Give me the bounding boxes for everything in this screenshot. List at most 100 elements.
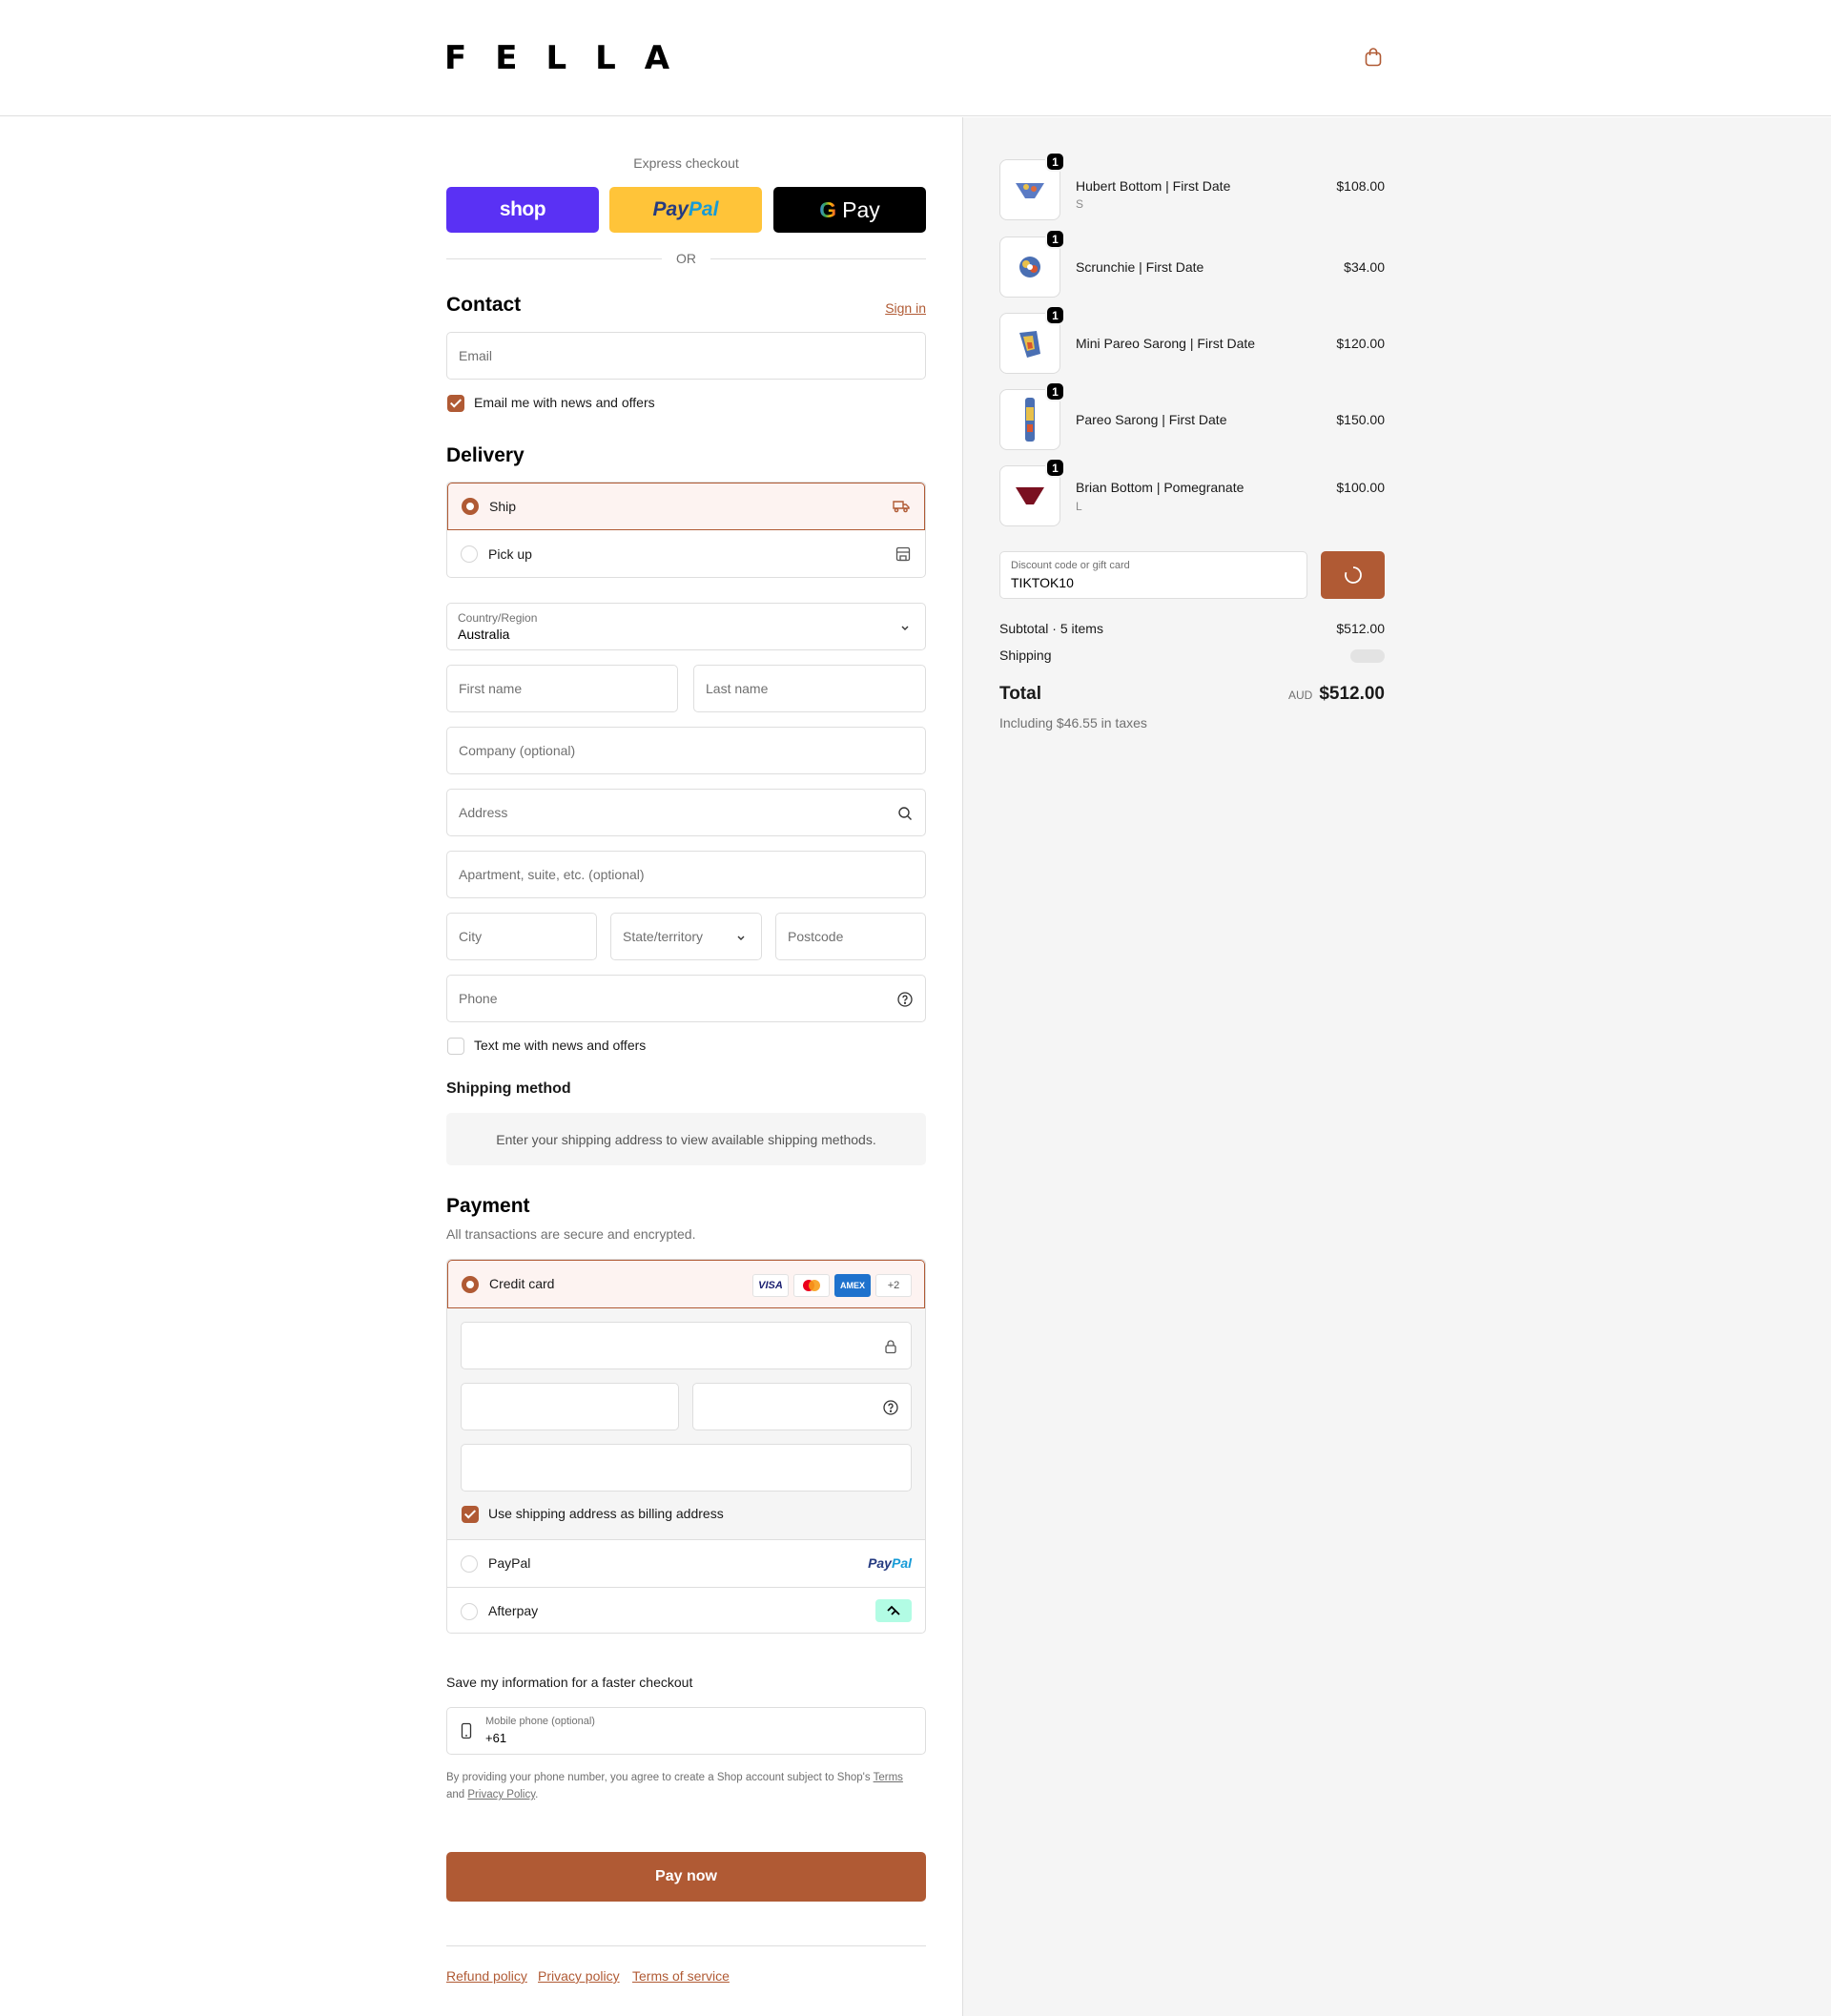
item-name: Scrunchie | First Date bbox=[1076, 259, 1204, 275]
mobile-phone-icon bbox=[461, 1722, 472, 1739]
line-item: 1 Brian Bottom | Pomegranate L $100.00 bbox=[999, 458, 1385, 526]
address-field[interactable]: Address bbox=[446, 789, 926, 836]
shipping-method-heading: Shipping method bbox=[446, 1080, 571, 1097]
chevron-down-icon bbox=[737, 936, 745, 940]
quantity-badge: 1 bbox=[1045, 229, 1065, 249]
line-item: 1 Mini Pareo Sarong | First Date $120.00 bbox=[999, 305, 1385, 374]
item-name: Pareo Sarong | First Date bbox=[1076, 412, 1227, 427]
line-item: 1 Scrunchie | First Date $34.00 bbox=[999, 229, 1385, 298]
delivery-option-ship[interactable]: Ship bbox=[447, 483, 925, 530]
ship-radio[interactable] bbox=[462, 498, 479, 515]
shop-privacy-link[interactable]: Privacy Policy bbox=[467, 1789, 535, 1800]
security-code-field[interactable] bbox=[692, 1383, 912, 1430]
lock-icon bbox=[885, 1340, 896, 1354]
shop-pay-button[interactable]: shop bbox=[446, 187, 599, 233]
name-on-card-field[interactable] bbox=[461, 1444, 912, 1491]
item-price: $108.00 bbox=[1336, 178, 1385, 194]
email-field[interactable]: Email bbox=[446, 332, 926, 380]
card-number-field[interactable] bbox=[461, 1322, 912, 1369]
paypal-logo: PayPal bbox=[868, 1555, 912, 1571]
brand-logo[interactable]: FELLA bbox=[444, 42, 698, 74]
footer-divider bbox=[446, 1945, 926, 1946]
refund-policy-link[interactable]: Refund policy bbox=[446, 1968, 527, 1984]
subtotal-value: $512.00 bbox=[1336, 621, 1385, 636]
delivery-heading: Delivery bbox=[446, 444, 525, 466]
item-price: $34.00 bbox=[1344, 259, 1385, 275]
google-g-icon: G bbox=[819, 196, 837, 222]
email-news-checkbox[interactable] bbox=[447, 395, 464, 412]
shopping-bag-icon[interactable] bbox=[1362, 46, 1385, 69]
visa-icon: VISA bbox=[752, 1274, 789, 1297]
postcode-field[interactable]: Postcode bbox=[775, 913, 926, 960]
pay-now-button[interactable]: Pay now bbox=[446, 1852, 926, 1902]
afterpay-radio[interactable] bbox=[461, 1603, 478, 1620]
quantity-badge: 1 bbox=[1045, 458, 1065, 478]
email-news-label: Email me with news and offers bbox=[474, 395, 655, 410]
billing-same-checkbox[interactable] bbox=[462, 1506, 479, 1523]
company-field[interactable]: Company (optional) bbox=[446, 727, 926, 774]
mobile-phone-field[interactable]: Mobile phone (optional) +61 bbox=[446, 1707, 926, 1755]
item-variant: L bbox=[1076, 500, 1082, 513]
google-pay-button[interactable]: G Pay bbox=[773, 187, 926, 233]
item-name: Hubert Bottom | First Date bbox=[1076, 178, 1231, 194]
sms-news-label: Text me with news and offers bbox=[474, 1038, 647, 1053]
terms-of-service-link[interactable]: Terms of service bbox=[632, 1968, 730, 1984]
shop-terms-link[interactable]: Terms bbox=[874, 1772, 903, 1783]
quantity-badge: 1 bbox=[1045, 305, 1065, 325]
help-circle-icon[interactable] bbox=[896, 991, 914, 1008]
phone-field[interactable]: Phone bbox=[446, 975, 926, 1022]
apartment-field[interactable]: Apartment, suite, etc. (optional) bbox=[446, 851, 926, 898]
afterpay-icon bbox=[875, 1599, 912, 1622]
amex-icon: AMEX bbox=[834, 1274, 871, 1297]
chevron-down-icon bbox=[901, 626, 909, 630]
shop-legal-text: By providing your phone number, you agre… bbox=[446, 1772, 903, 1800]
credit-card-form: Use shipping address as billing address bbox=[447, 1308, 925, 1539]
item-variant: S bbox=[1076, 197, 1084, 211]
paypal-radio[interactable] bbox=[461, 1555, 478, 1573]
privacy-policy-link[interactable]: Privacy policy bbox=[538, 1968, 620, 1984]
quantity-badge: 1 bbox=[1045, 152, 1065, 172]
apply-discount-button[interactable] bbox=[1321, 551, 1385, 599]
help-circle-icon[interactable] bbox=[882, 1399, 899, 1416]
shipping-value-placeholder bbox=[1350, 649, 1385, 663]
first-name-field[interactable]: First name bbox=[446, 665, 678, 712]
more-cards-badge: +2 bbox=[875, 1274, 912, 1297]
billing-same-label: Use shipping address as billing address bbox=[488, 1506, 724, 1521]
or-divider: OR bbox=[446, 249, 926, 268]
shipping-method-info: Enter your shipping address to view avai… bbox=[446, 1113, 926, 1165]
store-icon bbox=[895, 546, 911, 562]
payment-option-credit-card[interactable]: Credit card VISA AMEX +2 bbox=[447, 1260, 925, 1308]
search-icon bbox=[898, 807, 912, 820]
sign-in-link[interactable]: Sign in bbox=[885, 300, 926, 316]
subtotal-label: Subtotal · 5 items bbox=[999, 621, 1103, 636]
payment-option-afterpay[interactable]: Afterpay bbox=[447, 1587, 925, 1633]
pickup-radio[interactable] bbox=[461, 545, 478, 563]
total-value: $512.00 bbox=[1319, 684, 1385, 704]
tax-note: Including $46.55 in taxes bbox=[999, 715, 1147, 730]
paypal-express-button[interactable]: Pay Pal bbox=[609, 187, 762, 233]
delivery-option-pickup[interactable]: Pick up bbox=[447, 530, 925, 577]
currency-code: AUD bbox=[1287, 689, 1313, 702]
expiry-field[interactable] bbox=[461, 1383, 679, 1430]
discount-code-field[interactable]: Discount code or gift card TIKTOK10 bbox=[999, 551, 1307, 599]
save-info-heading: Save my information for a faster checkou… bbox=[446, 1675, 693, 1690]
quantity-badge: 1 bbox=[1045, 381, 1065, 401]
total-label: Total bbox=[999, 684, 1041, 704]
last-name-field[interactable]: Last name bbox=[693, 665, 926, 712]
shipping-label: Shipping bbox=[999, 648, 1052, 663]
express-checkout-label: Express checkout bbox=[633, 155, 739, 171]
total-amount: AUD $512.00 bbox=[1288, 684, 1385, 705]
credit-card-radio[interactable] bbox=[462, 1276, 479, 1293]
payment-option-paypal[interactable]: PayPal PayPal bbox=[447, 1539, 925, 1587]
header: FELLA bbox=[0, 0, 1831, 116]
item-price: $100.00 bbox=[1336, 480, 1385, 495]
city-field[interactable]: City bbox=[446, 913, 597, 960]
delivery-method-group: Ship Pick up bbox=[446, 482, 926, 578]
sms-news-checkbox[interactable] bbox=[447, 1038, 464, 1055]
truck-icon bbox=[893, 501, 910, 513]
state-select[interactable]: State/territory bbox=[610, 913, 762, 960]
item-name: Brian Bottom | Pomegranate bbox=[1076, 480, 1245, 495]
country-select[interactable]: Country/Region Australia bbox=[446, 603, 926, 650]
item-price: $150.00 bbox=[1336, 412, 1385, 427]
loading-spinner-icon bbox=[1344, 566, 1362, 584]
